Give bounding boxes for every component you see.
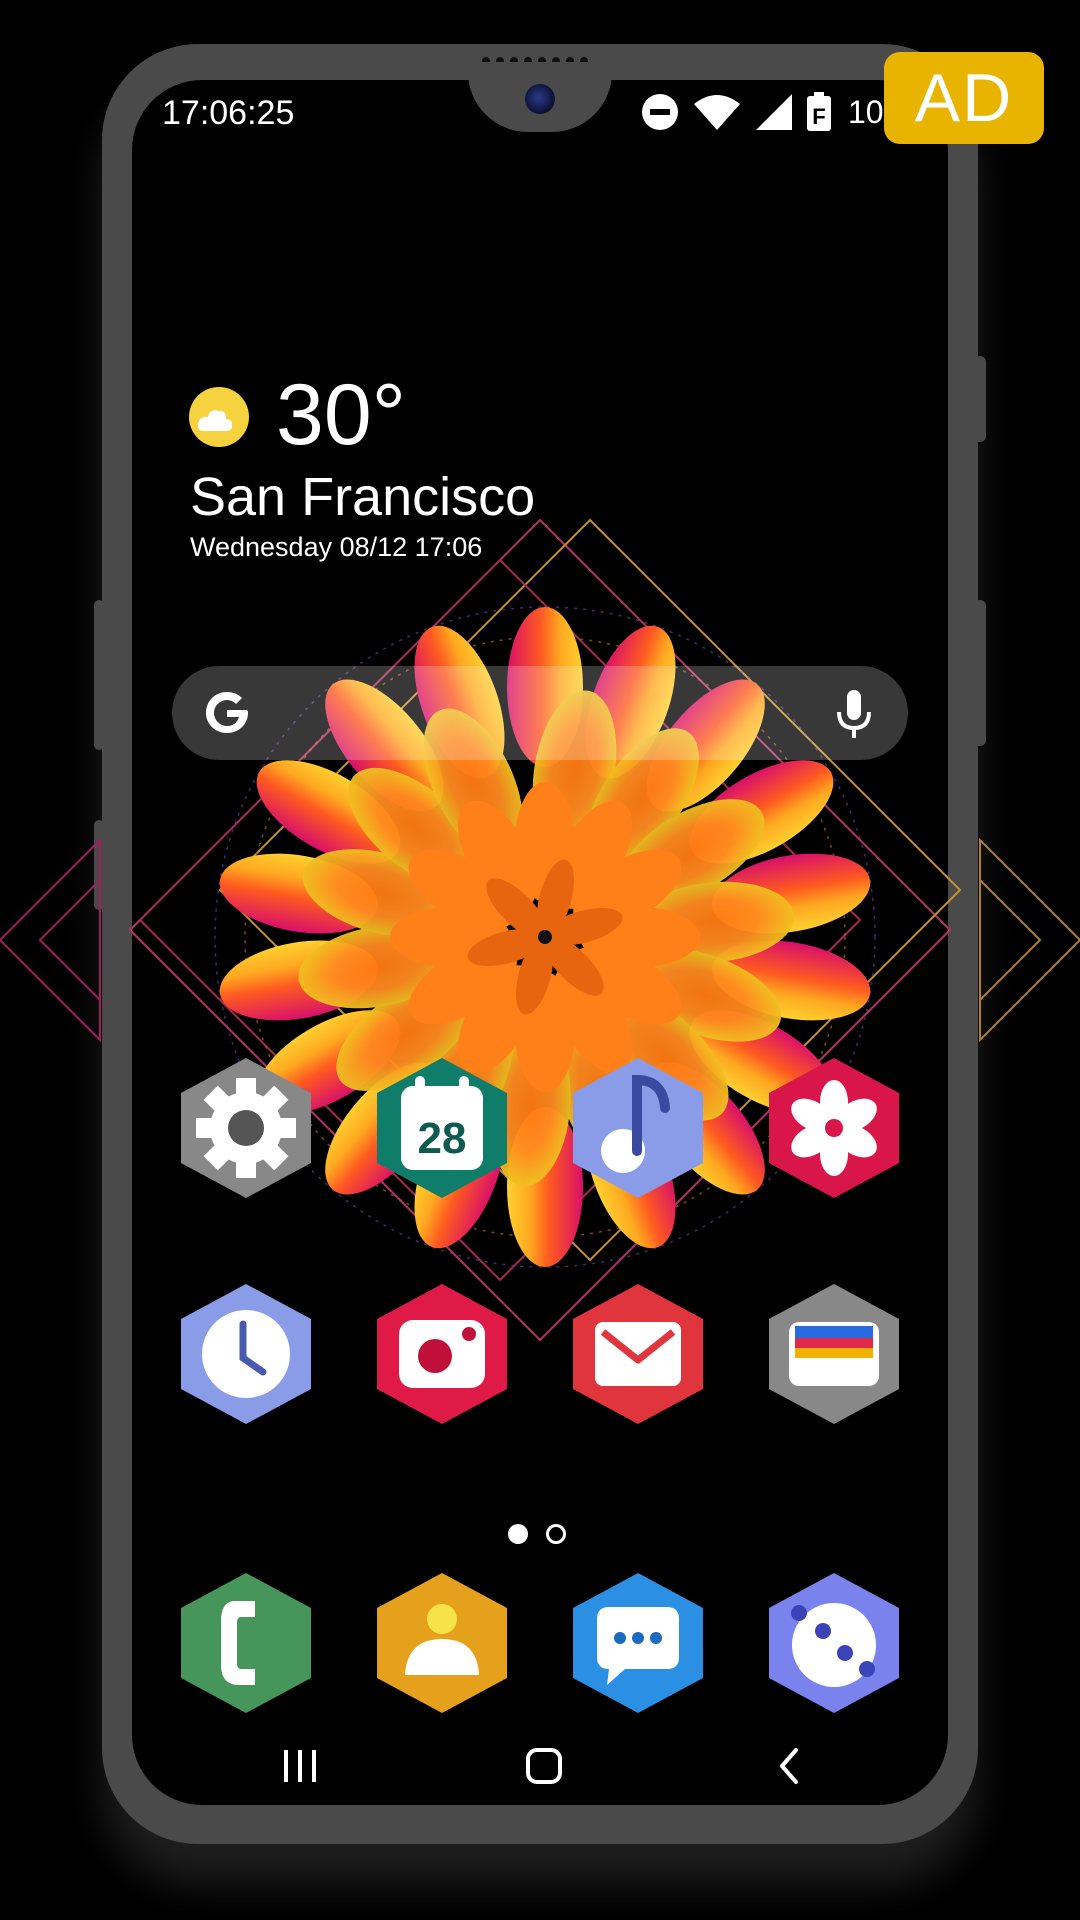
mic-icon[interactable] bbox=[836, 688, 872, 740]
camera-app[interactable] bbox=[377, 1284, 507, 1424]
email-icon bbox=[573, 1284, 703, 1424]
page-indicator[interactable] bbox=[508, 1524, 566, 1544]
messages-app[interactable] bbox=[573, 1573, 703, 1713]
svg-text:F: F bbox=[812, 104, 825, 129]
wallet-app[interactable] bbox=[769, 1284, 899, 1424]
gallery-flower-icon bbox=[769, 1058, 899, 1198]
messages-icon bbox=[573, 1573, 703, 1713]
phone-icon bbox=[181, 1573, 311, 1713]
power-button bbox=[974, 356, 986, 442]
phone-app[interactable] bbox=[181, 1573, 311, 1713]
contacts-icon bbox=[377, 1573, 507, 1713]
clock-app[interactable] bbox=[181, 1284, 311, 1424]
gallery-app[interactable] bbox=[769, 1058, 899, 1198]
partly-sunny-icon[interactable] bbox=[188, 386, 250, 448]
calendar-app[interactable]: 28 bbox=[377, 1058, 507, 1198]
page-dot-1[interactable] bbox=[508, 1524, 528, 1544]
google-search-bar[interactable] bbox=[172, 666, 908, 760]
camera-icon bbox=[377, 1284, 507, 1424]
wifi-icon bbox=[694, 95, 740, 130]
wallet-icon bbox=[769, 1284, 899, 1424]
settings-icon bbox=[181, 1058, 311, 1198]
back-icon[interactable] bbox=[774, 1744, 804, 1788]
google-g-icon bbox=[206, 692, 248, 733]
weather-city[interactable]: San Francisco bbox=[190, 466, 535, 528]
calendar-icon: 28 bbox=[377, 1058, 507, 1198]
status-icons: F 100 bbox=[640, 90, 901, 134]
page-dot-2[interactable] bbox=[546, 1524, 566, 1544]
front-camera bbox=[525, 84, 555, 114]
galaxy-apps-app[interactable] bbox=[769, 1573, 899, 1713]
contacts-app[interactable] bbox=[377, 1573, 507, 1713]
weather-date-time: Wednesday 08/12 17:06 bbox=[190, 532, 483, 562]
email-app[interactable] bbox=[573, 1284, 703, 1424]
ad-badge[interactable]: AD bbox=[884, 52, 1044, 144]
recents-icon[interactable] bbox=[280, 1744, 320, 1788]
music-app[interactable] bbox=[573, 1058, 703, 1198]
music-icon bbox=[573, 1058, 703, 1198]
flower-wallpaper bbox=[0, 518, 1080, 1342]
battery-icon: F bbox=[807, 92, 831, 131]
clock-icon bbox=[181, 1284, 311, 1424]
do-not-disturb-icon bbox=[642, 94, 678, 130]
earpiece-speaker bbox=[482, 52, 598, 65]
home-icon[interactable] bbox=[524, 1744, 564, 1788]
weather-temperature[interactable]: 30° bbox=[276, 366, 406, 465]
calendar-date-badge: 28 bbox=[418, 1114, 467, 1163]
status-time: 17:06:25 bbox=[162, 94, 295, 132]
cell-signal-icon bbox=[756, 94, 792, 130]
settings-app[interactable] bbox=[181, 1058, 311, 1198]
galaxy-apps-icon bbox=[769, 1573, 899, 1713]
